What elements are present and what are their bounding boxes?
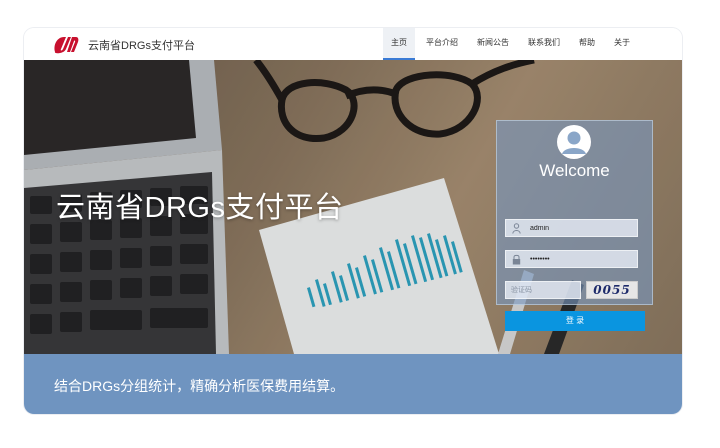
nav-item-home[interactable]: 主页 (383, 28, 415, 60)
hero-banner: 云南省DRGs支付平台 Welcome admin •••••••• 验证码 0… (24, 60, 682, 354)
username-input[interactable] (530, 220, 634, 236)
login-button[interactable]: 登 录 (505, 311, 645, 331)
password-input[interactable] (530, 251, 634, 267)
brand-logo-icon[interactable] (52, 35, 79, 54)
password-field (505, 250, 638, 268)
captcha-text: 0055 (593, 283, 631, 297)
captcha-field (505, 281, 581, 299)
app-title: 云南省DRGs支付平台 (88, 40, 195, 52)
username-field (505, 219, 638, 237)
nav-item-platform-intro[interactable]: 平台介绍 (418, 28, 466, 60)
nav-item-news[interactable]: 新闻公告 (469, 28, 517, 60)
captcha-input[interactable] (511, 282, 577, 298)
tagline-text: 结合DRGs分组统计，精确分析医保费用结算。 (54, 378, 345, 394)
captcha-image[interactable]: 0055 (586, 281, 638, 299)
main-nav: 主页 平台介绍 新闻公告 联系我们 帮助 关于 (380, 28, 638, 60)
page-frame: 云南省DRGs支付平台 主页 平台介绍 新闻公告 联系我们 帮助 关于 云南省D… (24, 28, 682, 414)
tagline-band: 结合DRGs分组统计，精确分析医保费用结算。 (24, 354, 682, 414)
nav-item-contact[interactable]: 联系我们 (520, 28, 568, 60)
user-avatar-icon (557, 125, 591, 159)
hero-title: 云南省DRGs支付平台 (56, 192, 344, 224)
nav-item-about[interactable]: 关于 (606, 28, 638, 60)
top-navbar: 云南省DRGs支付平台 主页 平台介绍 新闻公告 联系我们 帮助 关于 (24, 28, 682, 60)
welcome-heading: Welcome (539, 161, 610, 180)
login-panel: Welcome 0055 登 录 (496, 120, 653, 331)
nav-item-help[interactable]: 帮助 (571, 28, 603, 60)
lock-icon (512, 254, 521, 265)
user-icon (512, 223, 521, 234)
